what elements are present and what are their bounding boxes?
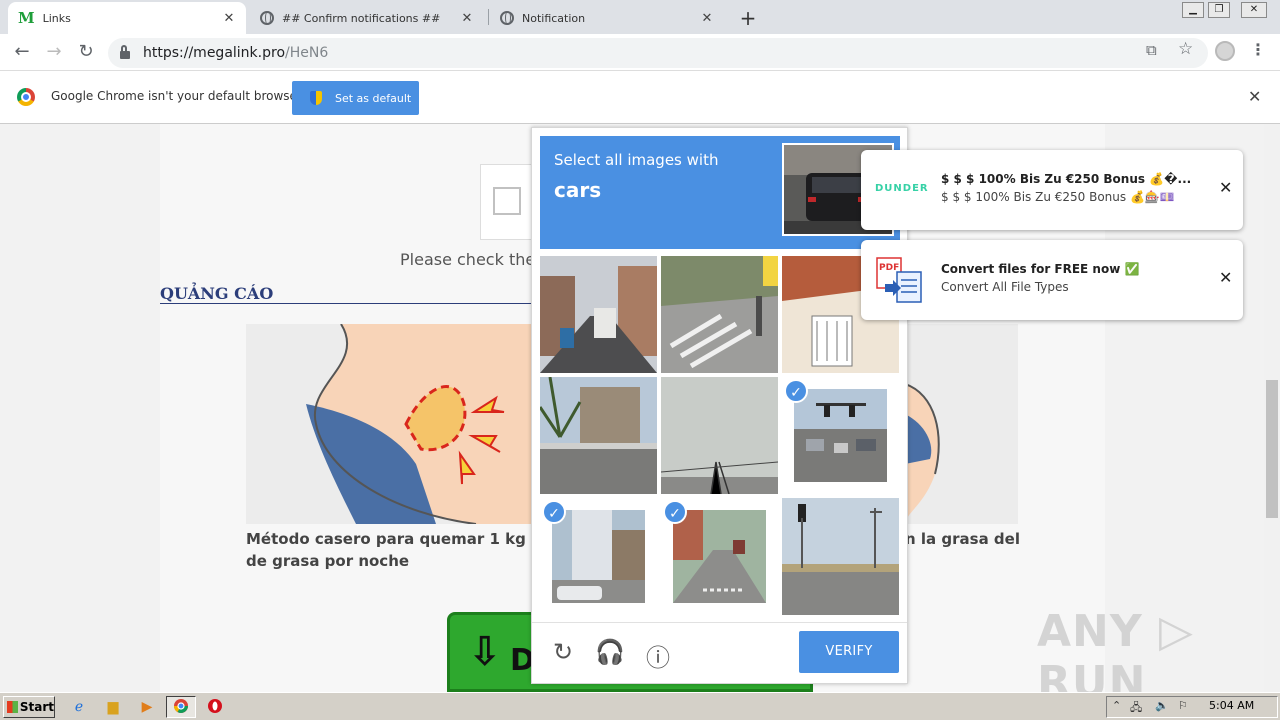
- close-icon[interactable]: ✕: [700, 11, 714, 26]
- taskbar-clock: 5:04 AM: [1209, 699, 1255, 712]
- recaptcha-challenge: Select all images with cars ✓ ✓ ✓ ↻ 🎧 ⓘ …: [531, 127, 908, 684]
- infobar-close-icon[interactable]: ✕: [1248, 87, 1261, 106]
- globe-icon: [260, 11, 274, 25]
- tray-expand-icon[interactable]: ⌃: [1112, 699, 1121, 712]
- ad-divider: [160, 303, 532, 304]
- lock-icon: [120, 45, 130, 59]
- selected-check-icon: ✓: [542, 500, 566, 524]
- tab-links[interactable]: M Links ✕: [8, 2, 246, 34]
- notification-close-icon[interactable]: ✕: [1219, 268, 1232, 287]
- notification-title: $ $ $ 100% Bis Zu €250 Bonus 💰�...: [941, 172, 1192, 186]
- ad-image-2[interactable]: [905, 324, 1018, 524]
- tab-notification[interactable]: Notification ✕: [490, 2, 724, 34]
- ad-heading: QUẢNG CÁO: [160, 284, 274, 303]
- tab-confirm-notifications[interactable]: ## Confirm notifications ## ✕: [250, 2, 484, 34]
- audio-challenge-icon[interactable]: 🎧: [595, 638, 625, 666]
- tab-strip: M Links ✕ ## Confirm notifications ## ✕ …: [0, 0, 1280, 34]
- download-arrow-icon: ⇩: [468, 629, 502, 675]
- selected-check-icon: ✓: [784, 379, 808, 403]
- windows-flag-icon: [7, 701, 18, 713]
- blocked-popup-icon[interactable]: ⧉: [1146, 41, 1157, 59]
- notification-dunder[interactable]: DUNDER $ $ $ 100% Bis Zu €250 Bonus 💰�..…: [861, 150, 1243, 230]
- ie-icon[interactable]: ℯ: [70, 698, 88, 716]
- ad-caption-1[interactable]: Método casero para quemar 1 kg de grasa …: [246, 528, 536, 572]
- challenge-tile-1[interactable]: [540, 256, 657, 373]
- close-icon[interactable]: ✕: [222, 11, 236, 26]
- challenge-instruction: Select all images with: [554, 151, 719, 169]
- scrollbar-thumb[interactable]: [1266, 380, 1278, 518]
- tab-separator: [488, 9, 489, 25]
- dunder-logo: DUNDER: [875, 183, 929, 194]
- selected-check-icon: ✓: [663, 500, 687, 524]
- svg-text:PDF: PDF: [879, 263, 899, 273]
- explorer-folder-icon[interactable]: ▆: [104, 698, 122, 716]
- bookmark-star-icon[interactable]: ☆: [1178, 39, 1193, 59]
- network-icon[interactable]: 🖧: [1130, 699, 1142, 718]
- challenge-grid: ✓ ✓ ✓: [540, 256, 900, 616]
- challenge-tile-8[interactable]: ✓: [661, 498, 778, 615]
- recaptcha-checkbox[interactable]: [493, 187, 521, 215]
- info-icon[interactable]: ⓘ: [643, 638, 673, 673]
- back-button[interactable]: ←: [10, 41, 34, 65]
- challenge-tile-9[interactable]: [782, 498, 899, 615]
- tab-title: Notification: [522, 11, 586, 25]
- please-check-text: Please check the c: [400, 250, 550, 269]
- tab-title: Links: [42, 11, 71, 25]
- media-player-icon[interactable]: ▶: [138, 698, 156, 716]
- ad-caption-2[interactable]: n la grasa del: [905, 528, 1105, 550]
- start-label: Start: [19, 700, 54, 714]
- url-text: https://megalink.pro/HeN6: [143, 45, 329, 61]
- opera-icon[interactable]: [206, 698, 224, 716]
- restore-button[interactable]: ❐: [1208, 2, 1230, 18]
- tab-title: ## Confirm notifications ##: [282, 11, 441, 25]
- challenge-footer-divider: [532, 622, 907, 623]
- challenge-tile-2[interactable]: [661, 256, 778, 373]
- forward-button[interactable]: →: [42, 41, 66, 65]
- notification-body: $ $ $ 100% Bis Zu €250 Bonus 💰🎰💷: [941, 190, 1175, 204]
- notification-body: Convert All File Types: [941, 280, 1069, 294]
- notification-pdf-converter[interactable]: PDF Convert files for FREE now ✅ Convert…: [861, 240, 1243, 320]
- close-icon[interactable]: ✕: [460, 11, 474, 26]
- profile-avatar[interactable]: [1215, 41, 1235, 61]
- browser-toolbar: ← → ↻ https://megalink.pro/HeN6 ⧉ ☆: [0, 34, 1280, 71]
- shield-icon: [310, 91, 322, 105]
- globe-icon: [500, 11, 514, 25]
- verify-button[interactable]: VERIFY: [799, 631, 899, 673]
- window-close-button[interactable]: ✕: [1241, 2, 1267, 18]
- default-browser-infobar: Google Chrome isn't your default browser…: [0, 71, 1280, 124]
- action-center-flag-icon[interactable]: ⚐: [1178, 699, 1188, 712]
- challenge-tile-7[interactable]: ✓: [540, 498, 657, 615]
- address-bar[interactable]: https://megalink.pro/HeN6: [108, 38, 1208, 68]
- megalink-favicon-icon: M: [18, 9, 35, 27]
- infobar-message: Google Chrome isn't your default browser: [51, 89, 302, 103]
- minimize-button[interactable]: ▁: [1182, 2, 1204, 18]
- set-as-default-button[interactable]: Set as default: [292, 81, 419, 115]
- menu-icon[interactable]: ⋮: [1250, 40, 1266, 59]
- challenge-tile-5[interactable]: [661, 377, 778, 494]
- chrome-icon: [172, 698, 190, 716]
- challenge-tile-6[interactable]: ✓: [782, 377, 899, 494]
- reload-challenge-icon[interactable]: ↻: [548, 638, 578, 666]
- chrome-logo-icon: [17, 88, 35, 106]
- volume-icon[interactable]: 🔈: [1155, 699, 1169, 712]
- windows-taskbar: Start ℯ ▆ ▶ ⌃ 🖧 🔈 ⚐ 5:04 AM: [0, 692, 1280, 720]
- notification-title: Convert files for FREE now ✅: [941, 262, 1140, 276]
- new-tab-button[interactable]: +: [737, 6, 759, 30]
- pdf-converter-icon: PDF: [875, 256, 925, 304]
- set-as-default-label: Set as default: [335, 91, 412, 105]
- ad-image-1[interactable]: [246, 324, 532, 524]
- start-button[interactable]: Start: [3, 696, 55, 718]
- challenge-header: Select all images with cars: [540, 136, 900, 249]
- challenge-object: cars: [554, 178, 602, 202]
- reload-button[interactable]: ↻: [74, 41, 98, 65]
- challenge-tile-4[interactable]: [540, 377, 657, 494]
- notification-close-icon[interactable]: ✕: [1219, 178, 1232, 197]
